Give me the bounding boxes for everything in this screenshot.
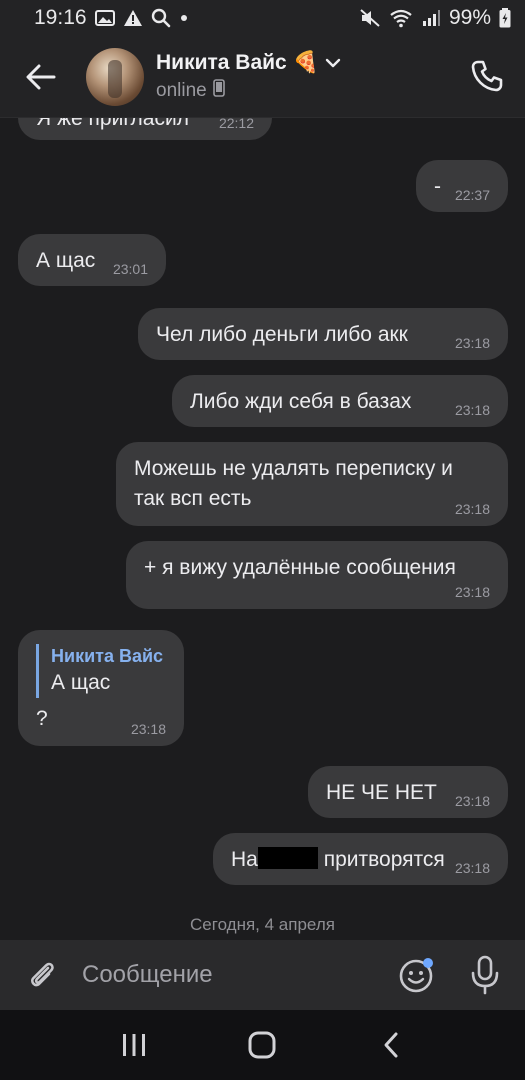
- message-text-suffix: притворятся: [317, 848, 445, 871]
- warning-icon: [123, 9, 143, 27]
- message-text: НЕ ЧЕ НЕТ: [326, 781, 437, 804]
- message-bubble[interactable]: Можешь не удалять переписку и так всп ес…: [116, 442, 508, 526]
- battery-percent: 99%: [448, 6, 491, 29]
- gallery-icon: [94, 9, 115, 27]
- message-time: 22:37: [454, 187, 490, 203]
- message-bubble[interactable]: А щас 23:01: [18, 234, 166, 286]
- message-text-prefix: На: [231, 848, 258, 871]
- message-time: 23:18: [454, 335, 490, 351]
- wifi-icon: [389, 8, 413, 28]
- search-icon: [151, 8, 171, 28]
- contact-info[interactable]: Никита Вайс 🍕 online: [156, 51, 341, 103]
- avatar[interactable]: [86, 47, 144, 106]
- message-time: 22:12: [218, 118, 254, 131]
- message-text: Чел либо деньги либо акк: [156, 323, 408, 346]
- contact-name: Никита Вайс: [156, 50, 287, 74]
- message-time: 23:18: [454, 501, 490, 517]
- call-icon[interactable]: [467, 56, 507, 96]
- message-bubble[interactable]: НЕ ЧЕ НЕТ 23:18: [308, 766, 508, 818]
- message-time: 23:18: [454, 793, 490, 809]
- message-time: 23:18: [454, 860, 490, 876]
- message-bubble[interactable]: - 22:37: [416, 160, 508, 212]
- message-text: -: [434, 175, 441, 198]
- dot-icon: [179, 13, 189, 23]
- message-input-bar: [0, 940, 525, 1010]
- mic-icon[interactable]: [468, 954, 502, 996]
- message-text: Можешь не удалять переписку и: [134, 457, 453, 480]
- status-time: 19:16: [34, 6, 87, 29]
- message-text: так всп есть: [134, 487, 252, 510]
- recent-apps-icon[interactable]: [110, 1021, 158, 1069]
- message-bubble[interactable]: Чел либо деньги либо акк 23:18: [138, 308, 508, 360]
- status-bar: 19:16 99%: [0, 0, 525, 36]
- reply-text: А щас: [51, 671, 111, 694]
- emoji-icon[interactable]: [398, 956, 436, 994]
- message-bubble[interactable]: Либо жди себя в базах 23:18: [172, 375, 508, 427]
- redaction-mark: [257, 847, 318, 870]
- mute-icon: [359, 8, 381, 28]
- date-separator: Сегодня, 4 апреля: [190, 915, 335, 934]
- message-bubble[interactable]: + я вижу удалённые сообщения 23:18: [126, 541, 508, 609]
- message-text: + я вижу удалённые сообщения: [144, 556, 456, 579]
- message-time: 23:18: [130, 721, 166, 737]
- home-icon[interactable]: [238, 1021, 286, 1069]
- system-nav-bar: [0, 1010, 525, 1080]
- message-bubble[interactable]: На притворятся 23:18: [213, 833, 508, 885]
- chevron-down-icon[interactable]: [325, 51, 341, 75]
- message-time: 23:18: [454, 402, 490, 418]
- message-bubble[interactable]: Я же пригласил 22:12: [18, 118, 272, 140]
- message-bubble-reply[interactable]: Никита Вайс А щас ? 23:18: [18, 630, 184, 746]
- message-text: ?: [36, 707, 48, 730]
- message-text: А щас: [36, 249, 96, 272]
- chat-header: Никита Вайс 🍕 online: [0, 36, 525, 118]
- message-list[interactable]: Я же пригласил 22:12 - 22:37 А щас 23:01…: [0, 118, 525, 940]
- message-text: Либо жди себя в базах: [190, 390, 412, 413]
- phone-small-icon: [212, 78, 225, 103]
- back-arrow-icon[interactable]: [14, 50, 68, 104]
- reply-author: Никита Вайс: [51, 646, 164, 666]
- message-time: 23:18: [454, 584, 490, 600]
- reply-quote[interactable]: Никита Вайс А щас: [36, 644, 166, 698]
- signal-icon: [421, 9, 441, 27]
- message-time: 23:01: [112, 261, 148, 277]
- battery-icon: [499, 8, 511, 28]
- attach-icon[interactable]: [22, 955, 62, 995]
- online-status: online: [156, 79, 207, 101]
- back-icon[interactable]: [367, 1021, 415, 1069]
- message-input[interactable]: [82, 961, 382, 989]
- pizza-emoji: 🍕: [292, 50, 319, 74]
